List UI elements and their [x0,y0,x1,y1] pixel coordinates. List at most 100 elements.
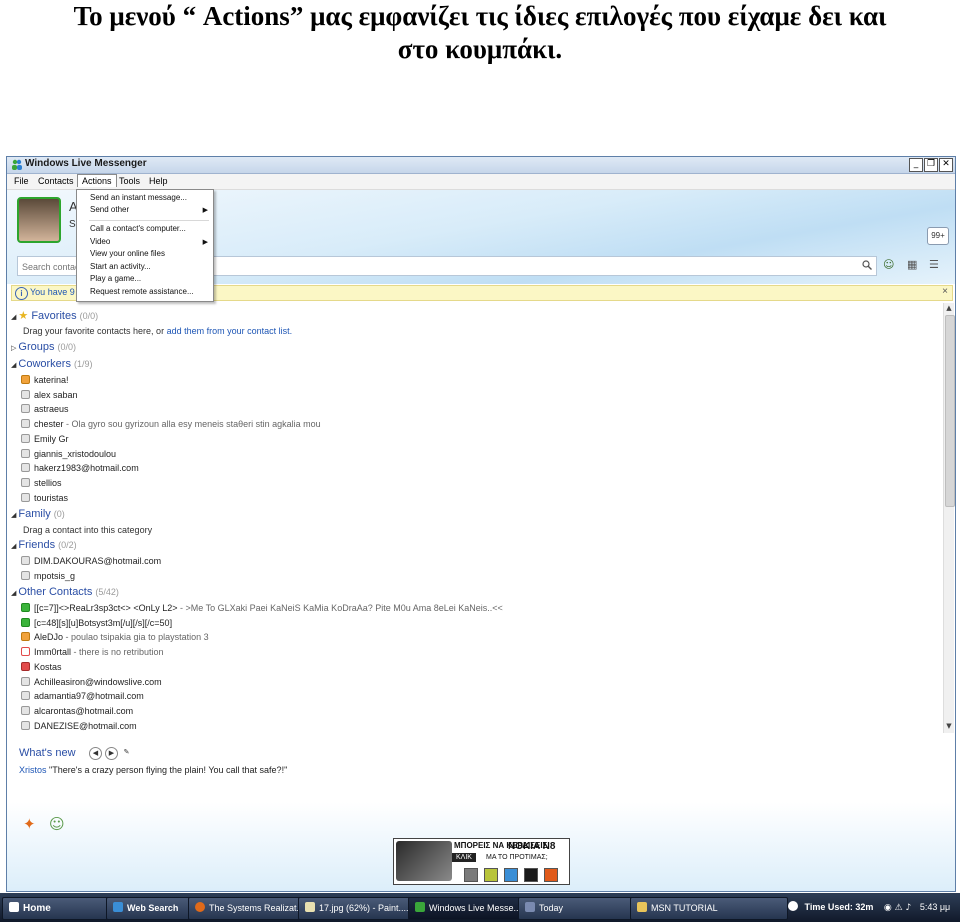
restore-button[interactable]: ❐ [924,158,938,172]
menu-item-remote-assistance[interactable]: Request remote assistance... [77,286,213,298]
tray-clock[interactable]: 5:43 μμ [920,902,950,912]
contact-row[interactable]: astraeus [21,404,69,414]
family-hint: Drag a contact into this category [23,525,153,535]
contact-row[interactable]: Emily Gr [21,433,69,444]
group-family[interactable]: ◢ Family (0) [11,508,65,520]
inbox-badge[interactable]: 99+ [927,227,949,245]
status-icon [21,647,30,657]
time-used[interactable]: Time Used: 32m [805,902,874,912]
status-icon [21,433,30,443]
contact-name: adamantia97@hotmail.com [34,691,144,702]
tray-icons[interactable]: ◉ ⚠ ♪ [884,903,911,913]
add-contact-icon[interactable]: ☺ [883,258,899,272]
group-favorites[interactable]: ◢ ★ Favorites (0/0) [11,309,98,322]
taskbar-item-folder[interactable]: MSN TUTORIAL [630,897,788,920]
contact-row[interactable]: stellios [21,477,62,488]
contact-name: [[c=7]]<>ReaLr3sp3ct<> <OnLy L2> [34,603,178,613]
notice-close-icon[interactable]: × [942,286,948,297]
menu-tools[interactable]: Tools [115,175,144,187]
ad-click-button[interactable]: ΚΛΙΚ [452,853,476,862]
contact-row[interactable]: DANEZISE@hotmail.com [21,720,137,731]
submenu-arrow-icon: ▶ [202,206,208,214]
status-icon [21,492,30,502]
contact-list-scrollbar[interactable]: ▲ ▼ [943,303,955,733]
contact-row[interactable]: adamantia97@hotmail.com [21,691,144,701]
contact-row[interactable]: mpotsis_g [21,570,75,581]
menu-actions[interactable]: Actions [77,174,117,187]
profile-status[interactable]: S [69,219,76,230]
menu-item-view-files[interactable]: View your online files [77,248,213,260]
taskbar-item-browser[interactable]: The Systems Realizat... [188,897,302,920]
taskbar-web-search[interactable]: Web Search [106,897,192,920]
group-friends[interactable]: ◢ Friends (0/2) [11,539,77,551]
settings-icon[interactable]: ✎ [121,747,132,758]
scroll-thumb[interactable] [945,315,955,507]
taskbar-home-button[interactable]: Home [2,897,110,920]
menu-help[interactable]: Help [145,175,172,187]
next-icon[interactable]: ▶ [105,747,118,760]
sort-icon[interactable]: ☰ [929,258,945,272]
contact-row[interactable]: [[c=7]]<>ReaLr3sp3ct<> <OnLy L2> - >Me T… [21,603,503,613]
status-icon [21,676,30,686]
collapse-icon: ◢ [11,313,17,321]
contact-name: touristas [34,492,69,503]
contact-row[interactable]: Kostas [21,661,62,672]
status-icon [21,556,30,565]
contact-row[interactable]: [c=48][s][u]Botsyst3m[/u][/s][/c=50] [21,617,172,628]
contact-row[interactable]: hakerz1983@hotmail.com [21,463,139,473]
menu-item-video[interactable]: Video ▶ [77,236,213,248]
windows-live-icon[interactable]: ✦ [23,815,36,833]
whats-new-item[interactable]: Xristos "There's a crazy person flying t… [19,765,287,775]
whats-new-title[interactable]: What's new [19,747,76,759]
taskbar-item-messenger[interactable]: Windows Live Messe... [408,897,522,920]
menu-item-start-activity[interactable]: Start an activity... [77,261,213,273]
favorites-hint: Drag your favorite contacts here, or add… [23,326,293,336]
contact-row[interactable]: AleDJo - poulao tsipakia gia to playstat… [21,632,209,642]
color-swatch[interactable] [544,868,558,882]
whats-new-author[interactable]: Xristos [19,765,47,775]
title-bar[interactable]: Windows Live Messenger _ ❐ ✕ [7,157,955,174]
menu-item-send-im[interactable]: Send an instant message... [77,192,213,204]
contact-row[interactable]: giannis_xristodoulou [21,448,116,459]
messenger-icon [415,902,425,912]
contact-row[interactable]: katerina! [21,375,69,385]
contact-row[interactable]: Imm0rtall - there is no retribution [21,647,164,657]
color-swatch[interactable] [524,868,538,882]
group-coworkers[interactable]: ◢ Coworkers (1/9) [11,358,92,370]
menu-contacts[interactable]: Contacts [34,175,78,187]
status-icon [21,448,30,458]
menu-item-call[interactable]: Call a contact's computer... [77,223,213,235]
whats-new-text: "There's a crazy person flying the plain… [46,765,288,775]
taskbar-item-today[interactable]: Today [518,897,634,920]
group-other-contacts[interactable]: ◢ Other Contacts (5/42) [11,586,119,598]
people-icon[interactable]: ☺ [49,815,65,833]
contact-row[interactable]: alcarontas@hotmail.com [21,705,133,716]
group-groups[interactable]: ▷ Groups (0/0) [11,341,76,353]
scroll-down-icon[interactable]: ▼ [945,722,953,730]
scroll-up-icon[interactable]: ▲ [945,304,953,312]
minimize-button[interactable]: _ [909,158,923,172]
avatar[interactable] [17,197,61,243]
contact-row[interactable]: touristas [21,492,69,503]
folder-icon [637,902,647,912]
messenger-icon [12,159,22,170]
taskbar-item-paint[interactable]: 17.jpg (62%) - Paint.... [298,897,412,920]
status-icon [21,375,30,384]
add-from-list-link[interactable]: add them from your contact list. [167,326,293,336]
contact-row[interactable]: Achilleasiron@windowslive.com [21,676,162,687]
menu-file[interactable]: File [10,175,33,187]
color-swatch[interactable] [464,868,478,882]
search-icon[interactable] [862,260,872,270]
menu-item-send-other[interactable]: Send other ▶ [77,204,213,216]
close-button[interactable]: ✕ [939,158,953,172]
contact-row[interactable]: chester - Ola gyro sou gyrizoun alla esy… [21,419,321,429]
system-tray: Time Used: 32m ◉ ⚠ ♪ 5:43 μμ [788,897,958,918]
advertisement-banner[interactable]: ΜΠΟΡΕΙΣ ΝΑ ΚΕΡΔΙΣΕΙΣ NOKIA N8 ΚΛΙΚ ΜΑ ΤΟ… [393,838,570,885]
previous-icon[interactable]: ◀ [89,747,102,760]
color-swatch[interactable] [504,868,518,882]
menu-item-play-game[interactable]: Play a game... [77,273,213,285]
color-swatch[interactable] [484,868,498,882]
contact-row[interactable]: DIM.DAKOURAS@hotmail.com [21,556,161,566]
contact-row[interactable]: alex saban [21,389,78,400]
layout-icon[interactable]: ▦ [907,258,923,272]
